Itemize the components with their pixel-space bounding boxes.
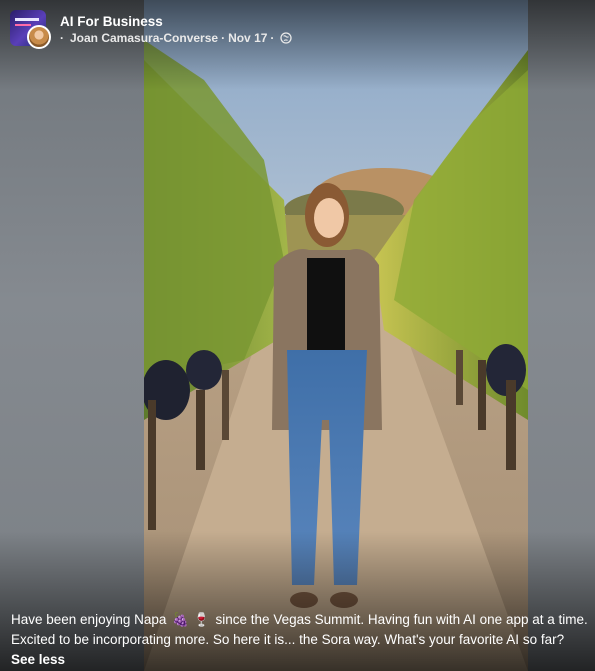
header-text: AI For Business · Joan Camasura-Converse… [60, 13, 293, 46]
caption-text-start: Have been enjoying Napa [11, 612, 167, 627]
meta-separator: · [221, 30, 226, 45]
video-player[interactable] [144, 0, 528, 671]
author-name-link[interactable]: Joan Camasura-Converse [70, 30, 218, 46]
group-avatar-logo-accent [15, 24, 31, 26]
vineyard-video-frame [144, 0, 528, 671]
see-less-button[interactable]: See less [11, 652, 65, 667]
wine-glass-emoji: 🍷 [192, 612, 210, 627]
meta-separator: · [60, 30, 64, 45]
post-meta: · Joan Camasura-Converse · Nov 17 · [60, 30, 293, 46]
author-avatar[interactable] [27, 25, 51, 49]
avatar-stack[interactable] [10, 8, 52, 50]
post-caption: Have been enjoying Napa 🍇 🍷 since the Veg… [11, 610, 589, 670]
post-date-link[interactable]: Nov 17 [228, 30, 267, 46]
video-post: AI For Business · Joan Camasura-Converse… [0, 0, 595, 671]
group-avatar-logo-line [15, 18, 39, 21]
group-name-link[interactable]: AI For Business [60, 13, 292, 30]
grapes-emoji: 🍇 [172, 612, 189, 627]
post-header: AI For Business · Joan Camasura-Converse… [10, 8, 293, 50]
globe-icon[interactable] [280, 31, 293, 44]
meta-separator: · [270, 30, 275, 45]
